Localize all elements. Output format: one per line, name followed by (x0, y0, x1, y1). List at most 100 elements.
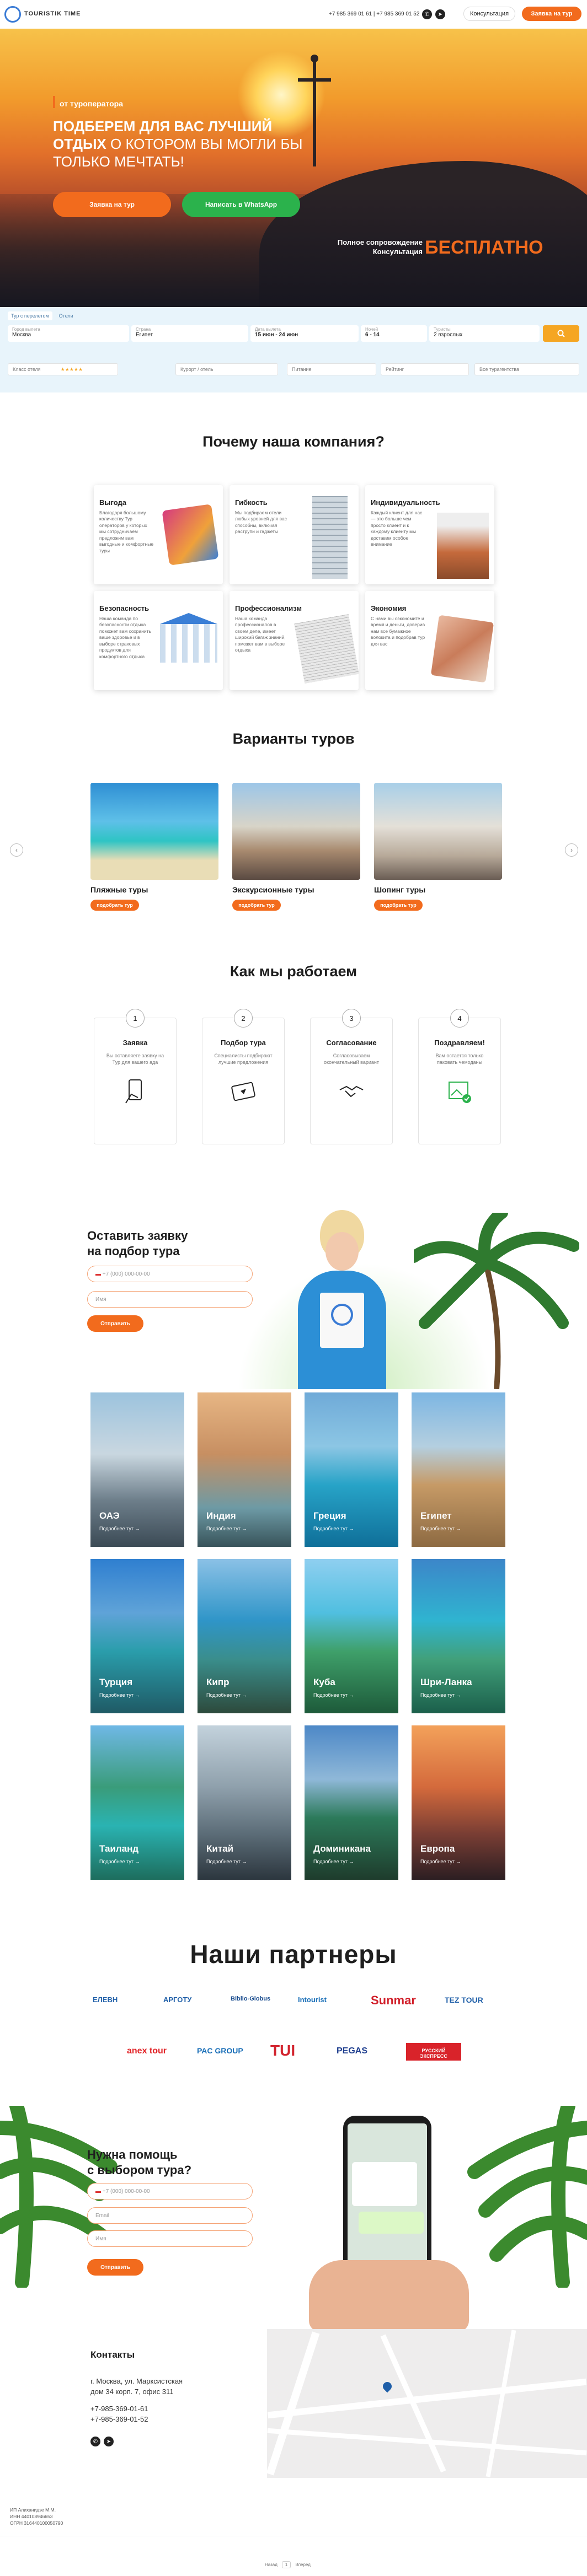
step-text: Вы оставляете заявку на Тур для вашего а… (106, 1053, 164, 1066)
telegram-icon[interactable]: ➤ (104, 2437, 114, 2446)
destination-more-link[interactable]: Подробнее тут → (313, 1526, 354, 1531)
destination-srilanka[interactable]: Шри-Ланка Подробнее тут → (412, 1559, 505, 1713)
card-text: Индивидуальность Каждый клиент для нас — … (365, 485, 440, 548)
filter-hotel-class[interactable]: Класс отеля ★★★★★ (8, 363, 118, 375)
tag-marker (53, 96, 55, 108)
contacts-phone-1[interactable]: +7-985-369-01-61 (90, 2405, 183, 2413)
destination-name: Кипр (206, 1677, 230, 1687)
stars-icon: ★★★★★ (60, 367, 83, 372)
tour-title: Экскурсионные туры (232, 885, 314, 894)
whatsapp-button[interactable]: Написать в WhatsApp (182, 192, 300, 217)
form2-name-input[interactable]: Имя (87, 2230, 253, 2247)
why-card-economy: Экономия С нами вы сэкономите и время и д… (365, 591, 494, 690)
tour-pick-button[interactable]: подобрать тур (374, 900, 423, 911)
footer-company-2: ИНН 440108946653 (10, 2513, 53, 2519)
filter-resort[interactable]: Курорт / отель (175, 363, 278, 375)
partner-logo[interactable]: anex tour (127, 2046, 167, 2056)
filter-meals[interactable]: Питание (287, 363, 376, 375)
destination-more-link[interactable]: Подробнее тут → (420, 1859, 461, 1864)
filter-rating[interactable]: Рейтинг (381, 363, 469, 375)
header-request-button[interactable]: Заявка на тур (522, 7, 581, 21)
tour-beach[interactable]: Пляжные туры подобрать тур (90, 783, 218, 919)
partner-logo[interactable]: ЕЛЕВН (93, 1996, 118, 2004)
carousel-prev-icon[interactable]: ‹ (10, 843, 23, 857)
pager-next[interactable]: Вперед (295, 2562, 311, 2567)
form2-submit-button[interactable]: Отправить (87, 2259, 143, 2276)
destination-cuba[interactable]: Куба Подробнее тут → (305, 1559, 398, 1713)
partner-logo[interactable]: Biblio-Globus (231, 1996, 270, 2002)
hero-tag: от туроператора (60, 99, 124, 108)
tab-hotels[interactable]: Отели (56, 311, 77, 320)
partner-logo[interactable]: АРГОТУ (163, 1996, 191, 2004)
tour-pick-button[interactable]: подобрать тур (90, 900, 139, 911)
support-line-2: Консультация (372, 247, 423, 256)
search-button[interactable] (543, 325, 579, 342)
destination-europe[interactable]: Европа Подробнее тут → (412, 1725, 505, 1880)
partner-logo[interactable]: Sunmar (371, 1993, 416, 2008)
partner-logo[interactable]: PEGAS (337, 2046, 367, 2056)
partner-logo[interactable]: РУССКИЙ ЭКСПРЕСС (406, 2043, 461, 2061)
form1-phone-input[interactable]: ▬ +7 (000) 000-00-00 (87, 1266, 253, 1282)
logo-icon[interactable] (4, 6, 21, 23)
whatsapp-icon[interactable]: ✆ (90, 2437, 100, 2446)
flag-icon: ▬ (95, 2188, 103, 2195)
tab-flight[interactable]: Тур с перелетом (8, 311, 52, 320)
why-card-individual: Индивидуальность Каждый клиент для нас — … (365, 485, 494, 584)
destination-more-link[interactable]: Подробнее тут → (99, 1692, 140, 1698)
map-pin-icon[interactable] (381, 2380, 394, 2393)
form2-phone-input[interactable]: ▬ +7 (000) 000-00-00 (87, 2183, 253, 2199)
filter-agencies[interactable]: Все турагентства (474, 363, 579, 375)
partner-logo[interactable]: TUI (270, 2042, 295, 2059)
destination-thailand[interactable]: Таиланд Подробнее тут → (90, 1725, 184, 1880)
destination-more-link[interactable]: Подробнее тут → (420, 1526, 461, 1531)
destination-cyprus[interactable]: Кипр Подробнее тут → (198, 1559, 291, 1713)
location-map[interactable] (267, 2329, 587, 2478)
destination-more-link[interactable]: Подробнее тут → (313, 1692, 354, 1698)
country-field[interactable]: Страна Египет (131, 325, 248, 342)
destination-more-link[interactable]: Подробнее тут → (420, 1692, 461, 1698)
destination-dominicana[interactable]: Доминикана Подробнее тут → (305, 1725, 398, 1880)
contacts-phone-2[interactable]: +7-985-369-01-52 (90, 2415, 183, 2423)
telegram-icon[interactable]: ➤ (435, 9, 445, 19)
whatsapp-icon[interactable]: ✆ (422, 9, 432, 19)
support-line-1: Полное сопровождение (337, 238, 423, 246)
form1-submit-button[interactable]: Отправить (87, 1315, 143, 1332)
destination-uae[interactable]: ОАЭ Подробнее тут → (90, 1392, 184, 1547)
consult-button[interactable]: Консультация (463, 7, 515, 21)
date-field[interactable]: Дата вылета 15 июн - 24 июн (250, 325, 359, 342)
destination-china[interactable]: Китай Подробнее тут → (198, 1725, 291, 1880)
card-desc: С нами вы сэкономите и время и деньги, д… (371, 616, 425, 647)
step-text: Вам остается только паковать чемоданы (435, 1053, 484, 1066)
field-label: Дата вылета (255, 327, 281, 332)
card-text: Безопасность Наша команда по безопасности… (94, 591, 154, 660)
partner-logo[interactable]: Intourist (298, 1996, 327, 2004)
form2-email-input[interactable]: Email (87, 2207, 253, 2224)
pager-page[interactable]: 1 (281, 2561, 291, 2568)
hero-request-button[interactable]: Заявка на тур (53, 192, 171, 217)
header-phones[interactable]: +7 985 369 01 61 | +7 985 369 01 52 (329, 11, 419, 17)
footer-company-1: ИП Алиханидзе М.М. (10, 2507, 56, 2513)
destination-egypt[interactable]: Египет Подробнее тут → (412, 1392, 505, 1547)
destination-more-link[interactable]: Подробнее тут → (313, 1859, 354, 1864)
pager-prev[interactable]: Назад (265, 2562, 278, 2567)
form1-name-input[interactable]: Имя (87, 1291, 253, 1308)
destination-more-link[interactable]: Подробнее тут → (99, 1526, 140, 1531)
nights-field[interactable]: Ночей 6 - 14 (361, 325, 427, 342)
partner-logo[interactable]: PAC GROUP (197, 2046, 243, 2055)
destination-more-link[interactable]: Подробнее тут → (206, 1526, 247, 1531)
departure-city-field[interactable]: Город вылета Москва (8, 325, 129, 342)
destination-greece[interactable]: Греция Подробнее тут → (305, 1392, 398, 1547)
carousel-next-icon[interactable]: › (565, 843, 578, 857)
destination-india[interactable]: Индия Подробнее тут → (198, 1392, 291, 1547)
filter-label: Класс отеля (13, 367, 41, 372)
destination-more-link[interactable]: Подробнее тут → (206, 1859, 247, 1864)
brand-name[interactable]: TOURISTIK TIME (24, 10, 81, 17)
tour-excursion[interactable]: Экскурсионные туры подобрать тур (232, 783, 360, 919)
destination-more-link[interactable]: Подробнее тут → (206, 1692, 247, 1698)
tourists-field[interactable]: Туристы 2 взрослых (429, 325, 540, 342)
tour-pick-button[interactable]: подобрать тур (232, 900, 281, 911)
partner-logo[interactable]: TEZ TOUR (445, 1996, 483, 2004)
destination-turkey[interactable]: Турция Подробнее тут → (90, 1559, 184, 1713)
tour-shopping[interactable]: Шопинг туры подобрать тур (374, 783, 502, 919)
destination-more-link[interactable]: Подробнее тут → (99, 1859, 140, 1864)
